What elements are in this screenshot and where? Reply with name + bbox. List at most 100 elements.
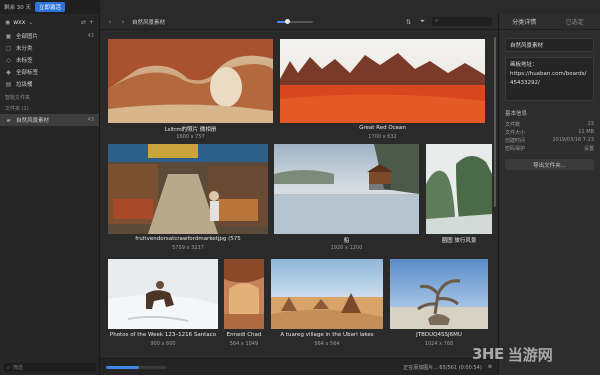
search-icon: ⌕ [7,364,10,371]
filter-icon[interactable]: ⏷ [418,17,427,26]
sidebar-item-label: 自然风景素材 [16,118,50,124]
boat-image [274,144,419,234]
image-dimensions: 900 x 600 [150,341,176,347]
image-card[interactable]: Great Red Ocean 1700 x 632 [280,39,485,149]
uncategorized-icon: ▢ [5,44,12,52]
ennedi-image [224,259,264,329]
info-key: 创建时间 [505,137,526,144]
tab-selected[interactable]: 已选定 [550,17,600,26]
back-icon[interactable]: ‹ [106,18,114,26]
sidebar-item-untagged[interactable]: ◇ 未标签 [0,54,99,66]
basic-info-title: 基本信息 [505,111,528,117]
zoom-slider[interactable] [277,18,313,24]
tags-icon: ◆ [6,68,11,76]
image-card[interactable]: 圈图 旅行风景 [426,144,492,254]
library-switcher[interactable]: ◉ wxx ⌄ ⇄ + [0,14,99,30]
image-card[interactable]: 船 1920 x 1200 [274,144,419,254]
image-title: Great Red Ocean [359,125,406,131]
folder-icon: ▰ [6,116,11,124]
folder-name-field[interactable]: 自然风景素材 [505,38,594,52]
swap-icon[interactable]: ⇄ [81,19,86,26]
sidebar-item-label: 垃圾桶 [16,82,33,88]
info-row: 文件数 23 [505,120,594,128]
sidebar-item-trash[interactable]: ▤ 垃圾桶 [0,78,99,90]
grid-scrollbar[interactable] [493,31,497,358]
watermark-text: 当游网 [507,345,553,364]
thumbnail-image[interactable] [390,259,488,329]
thumbnail-image[interactable] [426,144,492,234]
folders-header[interactable]: 文件夹 (1) [0,103,99,114]
image-title: fruitvendorsatcrawfordmarketjpg (575 [135,236,241,242]
image-dimensions: 564 x 564 [314,341,340,347]
image-card[interactable]: Photos of the Week 123–1216 Santaco 900 … [108,259,218,358]
thumbnail-image[interactable] [108,39,273,123]
thumbnail-image[interactable] [108,259,218,329]
thumbnail-image[interactable] [224,259,264,329]
library-name: wxx [13,18,26,26]
site-watermark: 3HE 当游网 [472,340,596,368]
info-row: 创建时间 2019/03/16 7:23 [505,136,594,144]
sidebar-item-label: 未分类 [16,46,33,52]
status-bar: 正在添加图片... 65/561 (0:00:54) ⊗ [100,358,498,375]
sidebar-item-folder[interactable]: ▰ 自然风景素材 43 [0,114,99,126]
info-value: 23 [587,121,594,127]
info-key: 文件数 [505,121,521,128]
inspector-tabs: 分类详情 已选定 [499,14,600,30]
image-card[interactable]: fruitvendorsatcrawfordmarketjpg (575 575… [108,144,268,254]
all-images-icon: ▣ [5,32,12,40]
market-image [108,144,268,234]
info-value: 11 MB [578,129,594,135]
info-row: 密码保护 设置 [505,144,594,152]
sidebar-item-label: 全部标签 [16,70,39,76]
import-progress-fill [106,365,139,369]
image-card[interactable]: Lsltrm的照片 微相册 1600 x 757 [108,39,273,149]
sidebar-item-all-images[interactable]: ▣ 全部图片 43 [0,30,99,42]
image-grid: Lsltrm的照片 微相册 1600 x 757 Great Red Ocean… [100,31,492,358]
sidebar-item-count: 43 [87,33,94,39]
chevron-down-icon: ⌄ [28,18,34,26]
current-folder-title: 自然风景素材 [132,19,166,26]
info-key: 文件大小 [505,129,526,136]
smart-folders-header[interactable]: 智能文件夹 [0,92,99,103]
horse-snow-image [108,259,218,329]
trash-icon: ▤ [5,80,12,88]
filter-placeholder: 筛选 [12,365,23,371]
search-icon: ⌕ [435,18,439,24]
thumbnail-image[interactable] [108,144,268,234]
tab-folder-details[interactable]: 分类详情 [499,17,550,26]
grid-scrollbar-thumb[interactable] [494,37,496,207]
import-progress-bar [106,365,166,369]
image-card[interactable]: Ennedi Chad 564 x 1049 [224,259,264,358]
forward-icon[interactable]: › [119,18,127,26]
image-dimensions: 5759 x 3237 [172,245,204,251]
filter-input[interactable]: ⌕ 筛选 [4,363,96,372]
karst-image [426,144,492,234]
sort-icon[interactable]: ⇅ [404,18,413,26]
export-folder-button[interactable]: 导出文件夹... [505,159,594,170]
thumbnail-image[interactable] [271,259,383,329]
zoom-slider-knob[interactable] [285,18,291,24]
image-dimensions: 1700 x 632 [368,134,397,140]
add-icon[interactable]: + [89,19,94,26]
thumbnail-image[interactable] [274,144,419,234]
thumbnail-image[interactable] [280,39,485,123]
import-status-text: 正在添加图片... 65/561 (0:00:54) [403,364,482,371]
sidebar-item-tags[interactable]: ◆ 全部标签 [0,66,99,78]
image-title: A tuareg village in the Ubari lakes [280,332,374,338]
image-title: 圈图 旅行风景 [441,238,477,244]
app-window: 剩余 30 天 立即激活 ◉ wxx ⌄ ⇄ + ▣ 全部图片 43 ▢ 未分类… [0,0,600,375]
image-dimensions: 564 x 1049 [229,341,259,347]
trial-bar: 剩余 30 天 立即激活 [0,0,100,14]
board-url-field[interactable]: 画板地址： https://huaban.com/boards/45433292… [505,57,594,101]
dead-tree-image [390,259,488,329]
desert-village-image [271,259,383,329]
image-card[interactable]: A tuareg village in the Ubari lakes 564 … [271,259,383,358]
sidebar-item-uncategorized[interactable]: ▢ 未分类 [0,42,99,54]
right-inspector-panel: 分类详情 已选定 自然风景素材 画板地址： https://huaban.com… [498,14,600,375]
search-input[interactable]: ⌕ [432,17,492,26]
activate-button[interactable]: 立即激活 [35,2,66,12]
image-title: Photos of the Week 123–1216 Santaco [109,332,217,338]
left-sidebar: ◉ wxx ⌄ ⇄ + ▣ 全部图片 43 ▢ 未分类 ◇ 未标签 ◆ 全部标签 [0,14,100,375]
password-set-link[interactable]: 设置 [584,145,594,152]
sidebar-item-label: 全部图片 [16,34,39,40]
